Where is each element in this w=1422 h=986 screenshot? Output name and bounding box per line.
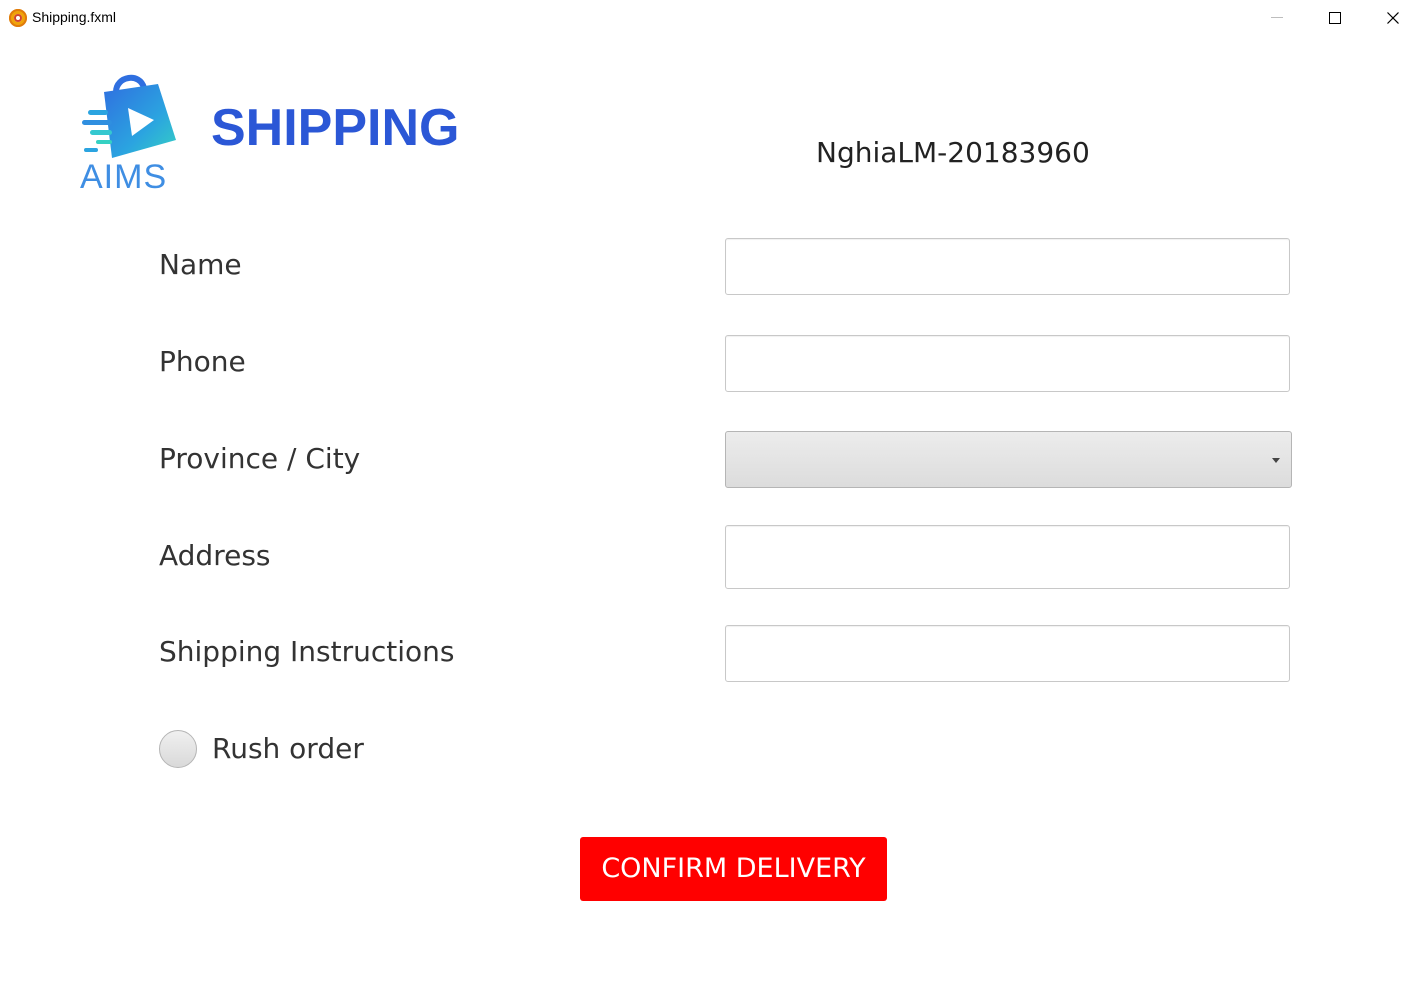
shipping-window: Shipping.fxml AIMS SHIPPING NghiaLM-2018… — [0, 0, 1422, 986]
student-id-label: NghiaLM-20183960 — [816, 136, 1090, 169]
maximize-button[interactable] — [1306, 0, 1364, 36]
rush-order-label[interactable]: Rush order — [212, 732, 364, 765]
title-bar: Shipping.fxml — [0, 0, 1422, 36]
close-button[interactable] — [1364, 0, 1422, 36]
shipping-instructions-field[interactable] — [725, 625, 1290, 682]
phone-label: Phone — [159, 345, 246, 378]
province-label: Province / City — [159, 442, 361, 475]
address-label: Address — [159, 539, 271, 572]
page-title: SHIPPING — [211, 99, 460, 157]
rush-order-radio[interactable] — [159, 730, 197, 768]
phone-field[interactable] — [725, 335, 1290, 392]
app-icon — [9, 9, 27, 27]
province-dropdown[interactable] — [725, 431, 1292, 488]
chevron-down-icon — [1272, 458, 1280, 463]
name-field[interactable] — [725, 238, 1290, 295]
shipping-instructions-label: Shipping Instructions — [159, 635, 455, 668]
logo-text: AIMS — [80, 158, 168, 196]
close-icon — [1387, 12, 1399, 24]
minimize-button[interactable] — [1248, 0, 1306, 36]
name-label: Name — [159, 248, 242, 281]
address-field[interactable] — [725, 525, 1290, 589]
confirm-delivery-button[interactable]: CONFIRM DELIVERY — [580, 837, 887, 901]
window-title: Shipping.fxml — [32, 9, 117, 25]
